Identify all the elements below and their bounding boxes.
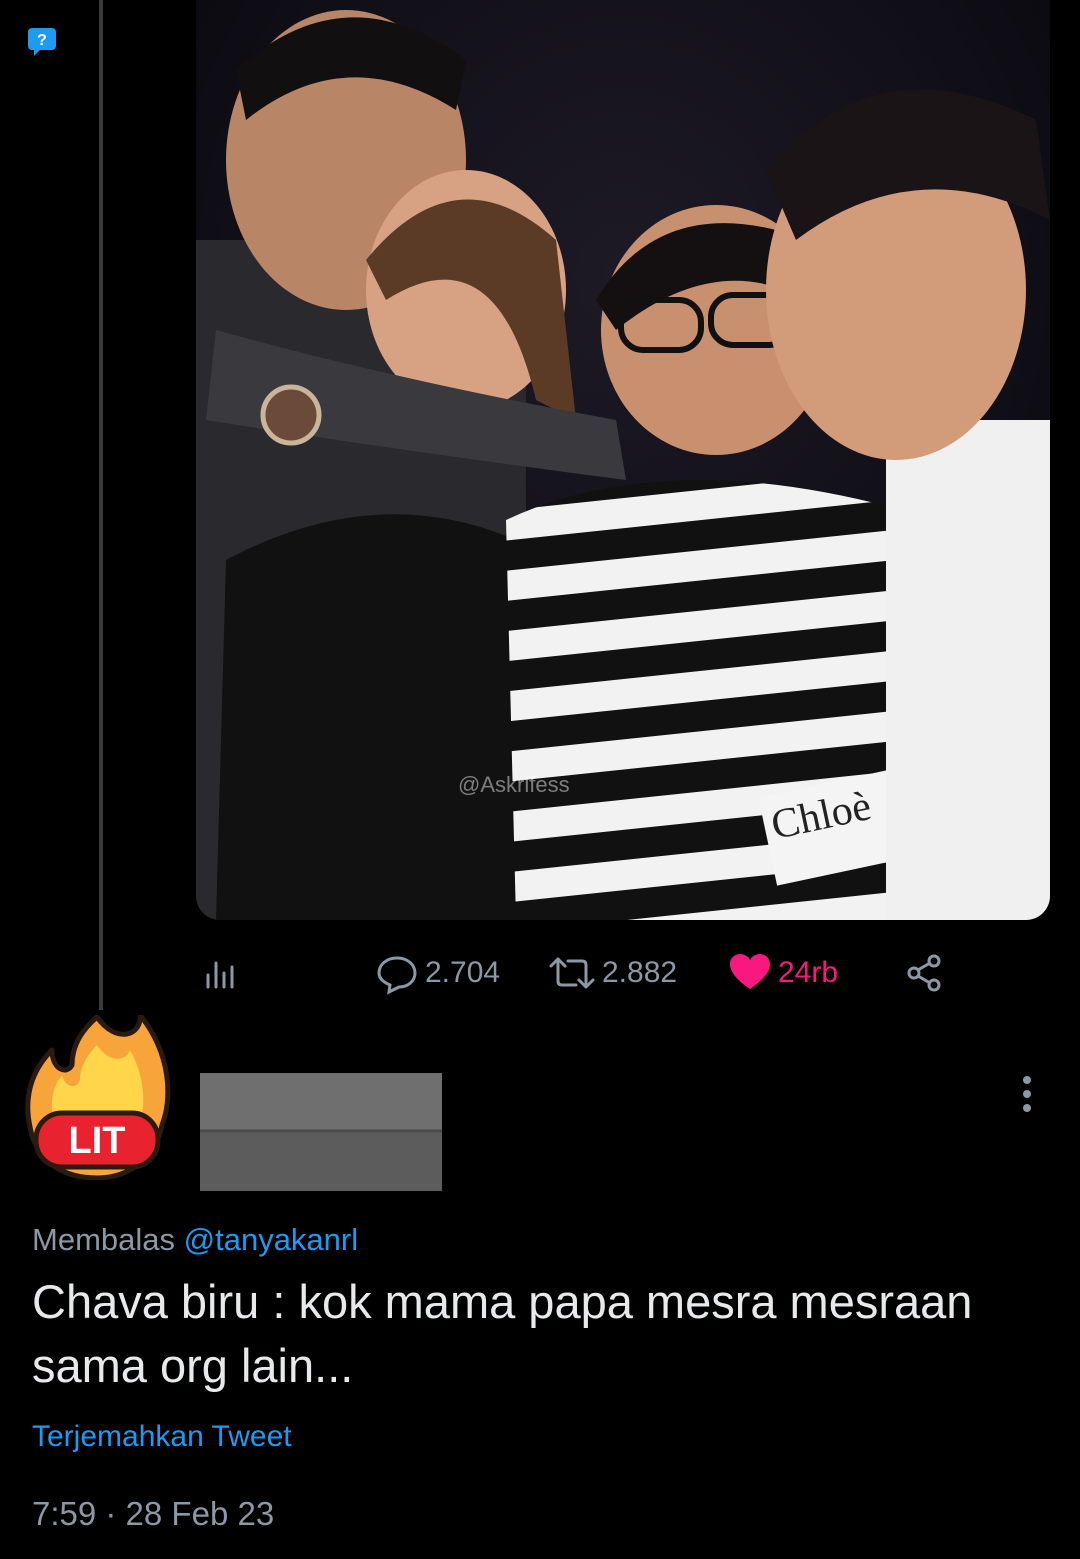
group-photo-illustration bbox=[196, 0, 1050, 920]
share-button[interactable] bbox=[902, 945, 946, 1001]
reply-avatar[interactable]: LIT bbox=[22, 1012, 172, 1181]
question-icon: ? bbox=[28, 28, 56, 56]
tweet-timestamp[interactable]: 7:59 · 28 Feb 23 bbox=[32, 1495, 274, 1533]
more-options-button[interactable] bbox=[1012, 1074, 1042, 1118]
reply-button[interactable]: 2.704 bbox=[375, 945, 500, 1001]
reply-icon bbox=[377, 956, 417, 995]
retweet-icon bbox=[549, 957, 595, 989]
retweet-count: 2.882 bbox=[602, 956, 678, 989]
replying-to: Membalas @tanyakanrl bbox=[32, 1222, 358, 1258]
thread-line bbox=[99, 0, 103, 1010]
reply-tweet-text: Chava biru : kok mama papa mesra mesraan… bbox=[32, 1275, 973, 1392]
translate-tweet-link[interactable]: Terjemahkan Tweet bbox=[32, 1420, 292, 1454]
analytics-icon bbox=[206, 961, 234, 989]
like-count: 24rb bbox=[778, 956, 839, 989]
retweet-button[interactable]: 2.882 bbox=[548, 945, 677, 1001]
lit-fire-icon: LIT bbox=[25, 1012, 171, 1181]
like-button[interactable]: 24rb bbox=[728, 945, 838, 1001]
more-icon bbox=[1023, 1076, 1031, 1112]
parent-avatar[interactable]: ? bbox=[22, 22, 62, 62]
svg-text:?: ? bbox=[37, 32, 47, 49]
replying-handle-link[interactable]: @tanyakanrl bbox=[184, 1222, 359, 1257]
analytics-button[interactable] bbox=[200, 945, 240, 1001]
redacted-author-name bbox=[200, 1073, 442, 1191]
redaction-block bbox=[200, 1073, 442, 1191]
reply-count: 2.704 bbox=[425, 956, 501, 989]
replying-prefix: Membalas bbox=[32, 1222, 175, 1257]
tweet-action-bar: 2.704 2.882 24rb bbox=[0, 945, 1080, 1001]
tweet-photo[interactable]: @Askrlfess Chloè bbox=[196, 0, 1050, 920]
lit-badge-text: LIT bbox=[69, 1120, 126, 1162]
share-icon bbox=[907, 954, 941, 992]
photo-watermark: @Askrlfess bbox=[458, 772, 570, 797]
heart-icon bbox=[730, 954, 770, 989]
